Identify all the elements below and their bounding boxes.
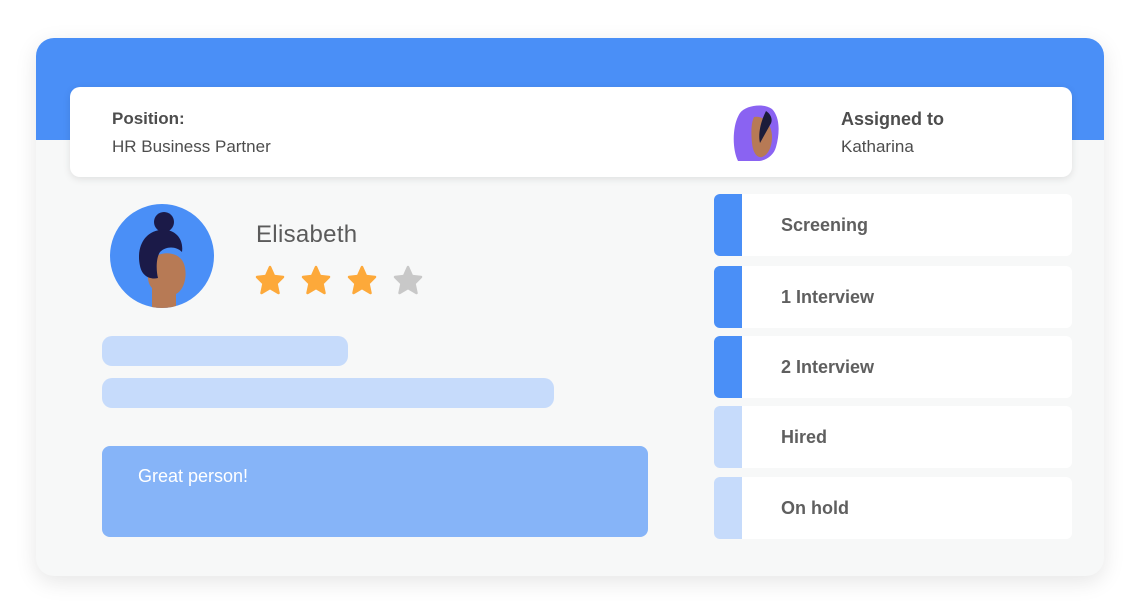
- assigned-to-label: Assigned to: [841, 109, 945, 129]
- candidate-card: Position: HR Business Partner Assigned t…: [36, 38, 1104, 576]
- stage-item-hired[interactable]: Hired: [714, 406, 1072, 468]
- stage-label: 2 Interview: [781, 357, 875, 377]
- candidate-avatar-icon[interactable]: [110, 204, 214, 308]
- note-box[interactable]: Great person!: [102, 446, 648, 537]
- stage-marker: [714, 406, 742, 468]
- star-icon[interactable]: [300, 264, 332, 296]
- assignee-avatar-icon: [733, 105, 779, 161]
- star-icon[interactable]: [254, 264, 286, 296]
- assignee-name: Katharina: [841, 137, 914, 156]
- stage-label: 1 Interview: [781, 287, 875, 307]
- stage-item-on-hold[interactable]: On hold: [714, 477, 1072, 539]
- stage-label: Hired: [781, 427, 828, 447]
- stage-marker: [714, 477, 742, 539]
- position-header: Position: HR Business Partner Assigned t…: [70, 87, 1072, 177]
- stage-marker: [714, 266, 742, 328]
- note-text: Great person!: [138, 466, 249, 486]
- stage-marker: [714, 194, 742, 256]
- star-icon[interactable]: [392, 264, 424, 296]
- stage-item-screening[interactable]: Screening: [714, 194, 1072, 256]
- text-placeholder-line: [102, 378, 554, 408]
- stage-item-1-interview[interactable]: 1 Interview: [714, 266, 1072, 328]
- stage-item-2-interview[interactable]: 2 Interview: [714, 336, 1072, 398]
- stage-marker: [714, 336, 742, 398]
- stage-label: Screening: [781, 215, 869, 235]
- text-placeholder-line: [102, 336, 348, 366]
- star-icon[interactable]: [346, 264, 378, 296]
- position-label: Position:: [112, 109, 185, 128]
- stage-label: On hold: [781, 498, 849, 518]
- candidate-name: Elisabeth: [256, 221, 358, 248]
- position-value: HR Business Partner: [112, 137, 271, 156]
